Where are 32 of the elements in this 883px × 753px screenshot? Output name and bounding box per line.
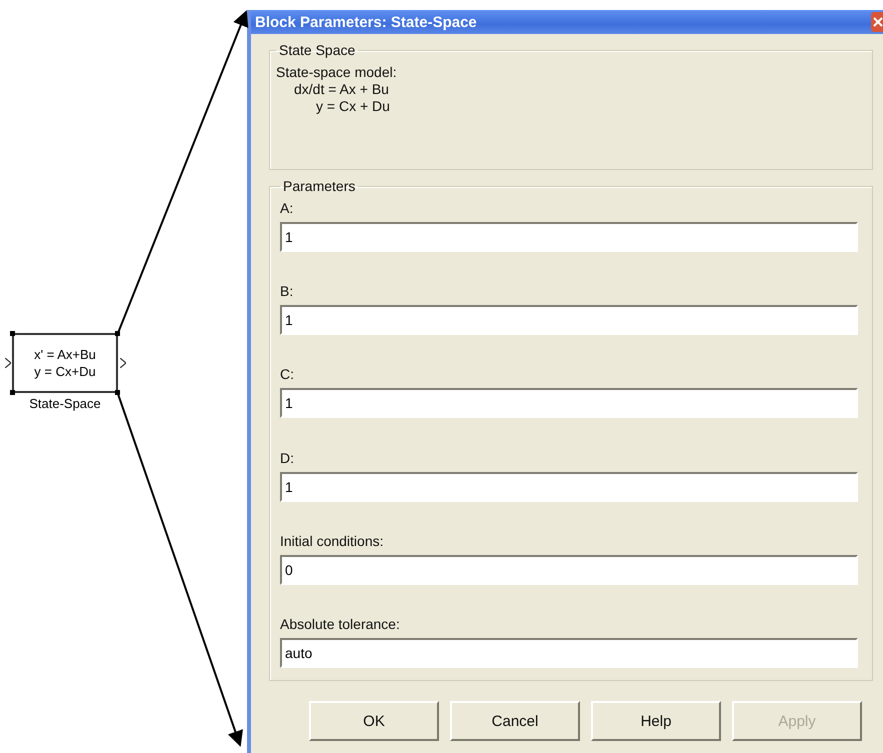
state-space-block[interactable]: x' = Ax+Bu y = Cx+Du	[12, 333, 118, 393]
field-label: D:	[280, 450, 295, 466]
close-icon[interactable]	[871, 12, 883, 32]
window-title: Block Parameters: State-Space	[254, 14, 477, 30]
input-port-icon	[5, 358, 11, 368]
field-label: Initial conditions:	[280, 532, 385, 549]
block-name: State-Space	[28, 396, 102, 411]
dialog-button[interactable]: OK	[309, 701, 439, 741]
input-field[interactable]: auto	[280, 638, 858, 668]
group-legend: Parameters	[280, 178, 358, 194]
input-field[interactable]: 1	[280, 472, 858, 502]
input-field[interactable]: 1	[280, 305, 858, 336]
dialog-button[interactable]: Help	[591, 701, 721, 741]
field-label: B:	[280, 283, 294, 300]
field-label: C:	[280, 366, 295, 382]
input-field[interactable]: 1	[280, 222, 858, 252]
description-text: dx/dt = Ax + Bu	[293, 81, 390, 98]
description-text: State-space model:	[276, 64, 398, 81]
selection-handle[interactable]	[115, 390, 120, 395]
output-port-icon	[120, 358, 126, 368]
input-field[interactable]: 0	[280, 554, 858, 585]
description-text: y = Cx + Du	[315, 98, 391, 115]
selection-handle[interactable]	[10, 390, 15, 395]
field-label: Absolute tolerance:	[280, 616, 401, 632]
field-label: A:	[280, 200, 294, 216]
input-field[interactable]: 1	[280, 388, 858, 418]
group-legend: State Space	[276, 42, 358, 58]
dialog-button[interactable]: Cancel	[450, 701, 580, 741]
block-equation: x' = Ax+Bu	[34, 346, 96, 363]
selection-handle[interactable]	[10, 331, 15, 336]
selection-handle[interactable]	[115, 331, 120, 336]
block-equation: y = Cx+Du	[34, 363, 96, 380]
